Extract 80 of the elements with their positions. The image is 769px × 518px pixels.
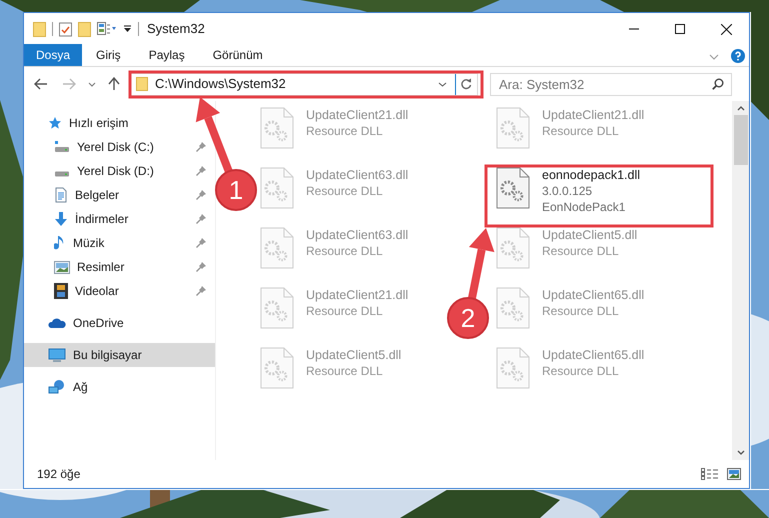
picture-view-icon[interactable] [727, 468, 741, 480]
dropdown-icon [123, 25, 132, 33]
scrollbar[interactable] [732, 101, 749, 460]
pin-icon[interactable] [196, 190, 206, 200]
sidebar-item[interactable]: Yerel Disk (C:) [24, 135, 192, 159]
gear-file-icon [496, 287, 530, 329]
ribbon-tab[interactable]: Dosya [24, 44, 82, 66]
sidebar-item[interactable]: İndirmeler [24, 207, 192, 231]
pin-icon[interactable] [196, 142, 206, 152]
gear-file-icon [496, 167, 530, 209]
sidebar-item[interactable]: OneDrive [24, 311, 192, 335]
scroll-thumb[interactable] [734, 115, 748, 165]
cloud-icon [48, 317, 66, 329]
file-name[interactable]: eonnodepack1.dll [542, 167, 640, 183]
monitor-icon [48, 348, 66, 362]
file-detail: Resource DLL [542, 363, 620, 379]
ribbon-tab[interactable]: Giriş [84, 44, 133, 66]
file-detail: EonNodePack1 [542, 199, 626, 215]
up-arrow-icon[interactable] [108, 77, 120, 91]
refresh-icon[interactable] [461, 78, 472, 90]
ribbon-tab[interactable]: Görünüm [200, 44, 275, 66]
close-icon [720, 24, 732, 34]
help-icon[interactable] [731, 49, 745, 63]
search-field[interactable]: Ara: System32 [490, 72, 732, 96]
sidebar-item[interactable]: Resimler [24, 255, 192, 279]
file-detail: Resource DLL [306, 183, 384, 199]
document-icon [54, 187, 68, 203]
pin-icon[interactable] [196, 262, 206, 272]
file-detail: Resource DLL [306, 363, 384, 379]
pin-icon[interactable] [196, 166, 206, 176]
details-view-icon[interactable] [701, 468, 719, 480]
sidebar-item[interactable]: Yerel Disk (D:) [24, 159, 192, 183]
file-detail: Resource DLL [306, 123, 384, 139]
gear-file-icon [496, 107, 530, 149]
pin-icon[interactable] [196, 238, 206, 248]
sidebar-item[interactable]: Hızlı erişim [24, 111, 192, 135]
file-detail: Resource DLL [542, 243, 620, 259]
folder-icon [78, 22, 91, 36]
checklist-icon [59, 21, 72, 37]
film-icon [54, 283, 68, 299]
file-detail: Resource DLL [306, 243, 384, 259]
gear-file-icon [260, 227, 294, 269]
window-title: System32 [147, 20, 205, 38]
drive-icon [54, 171, 70, 177]
sidebar-item[interactable]: Belgeler [24, 183, 192, 207]
search-icon[interactable] [712, 78, 724, 90]
file-detail: Resource DLL [542, 303, 620, 319]
scroll-down-icon[interactable] [736, 450, 744, 455]
maximize-icon [675, 24, 685, 34]
gear-file-icon [260, 107, 294, 149]
status-text: 192 öğe [37, 466, 80, 483]
chevron-down-icon[interactable] [88, 82, 96, 86]
download-icon [54, 211, 68, 227]
gear-file-icon [496, 347, 530, 389]
gear-file-icon [260, 347, 294, 389]
address-field[interactable]: C:\Windows\System32 [130, 72, 478, 96]
drive-icon [54, 140, 70, 154]
file-detail: Resource DLL [542, 123, 620, 139]
pin-icon[interactable] [196, 286, 206, 296]
folder-icon [33, 22, 46, 36]
gear-file-icon [260, 167, 294, 209]
sidebar-item[interactable]: Müzik [24, 231, 192, 255]
picture-icon [54, 260, 70, 274]
pin-icon[interactable] [196, 214, 206, 224]
sidebar-item[interactable]: Ağ [24, 375, 192, 399]
properties-icon [97, 22, 117, 36]
gear-file-icon [496, 227, 530, 269]
ribbon-tab[interactable]: Paylaş [136, 44, 197, 66]
music-note-icon [54, 235, 66, 251]
scroll-up-icon[interactable] [736, 106, 744, 111]
file-detail: 3.0.0.125 [542, 183, 594, 199]
chevron-down-icon[interactable] [438, 82, 447, 86]
file-detail: Resource DLL [306, 303, 384, 319]
network-icon [48, 379, 66, 395]
sidebar-item[interactable]: Videolar [24, 279, 192, 303]
gear-file-icon [260, 287, 294, 329]
back-arrow-icon[interactable] [34, 78, 48, 90]
sidebar-item[interactable]: Bu bilgisayar [24, 343, 215, 367]
folder-icon [136, 77, 148, 91]
star-icon [48, 116, 62, 130]
